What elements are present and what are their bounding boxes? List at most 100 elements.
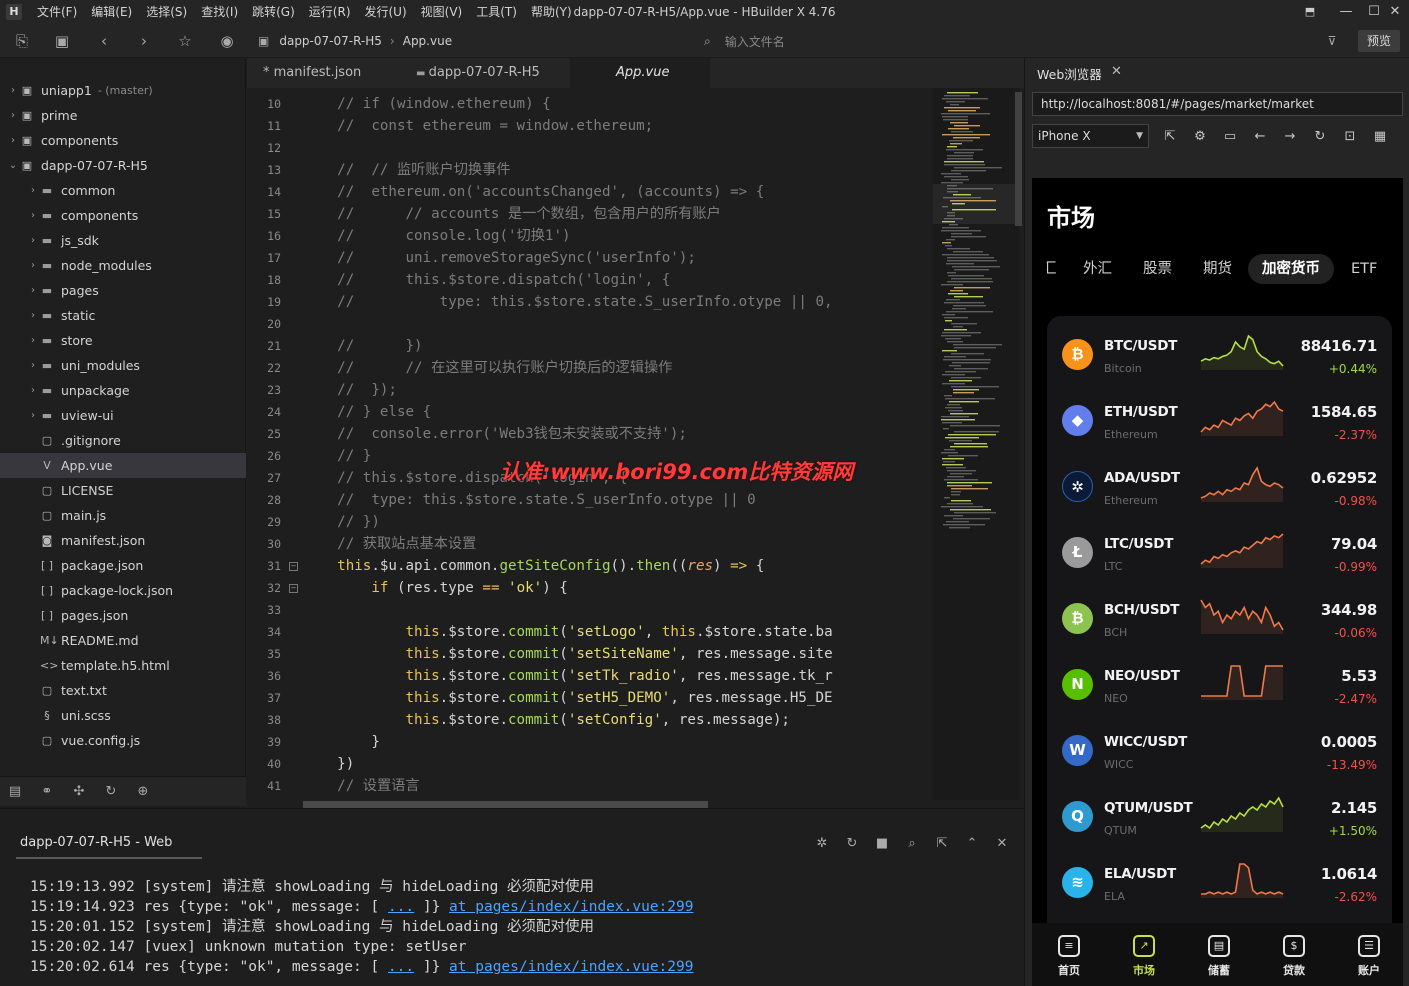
- code-editor[interactable]: // if (window.ethereum) { // const ether…: [303, 88, 933, 800]
- web-browser-tab[interactable]: Web浏览器: [1037, 64, 1102, 83]
- nav-item[interactable]: ☰ 账户: [1332, 923, 1403, 986]
- close-button[interactable]: ✕: [1372, 0, 1409, 24]
- menu-item[interactable]: 运行(R): [302, 0, 358, 24]
- plugin-icon[interactable]: ⚭: [38, 783, 56, 801]
- category-tab[interactable]: 外汇: [1083, 254, 1112, 284]
- restart-icon[interactable]: ↻: [843, 835, 861, 853]
- tree-item-pages-json[interactable]: [ ] pages.json: [0, 603, 246, 628]
- tree-item-main-js[interactable]: ▢ main.js: [0, 503, 246, 528]
- market-row[interactable]: ₿ BCH/USDT BCH 344.98 -0.06%: [1047, 580, 1392, 646]
- forward-icon[interactable]: ›: [134, 31, 154, 51]
- menu-item[interactable]: 查找(I): [194, 0, 245, 24]
- tree-item--gitignore[interactable]: ▢ .gitignore: [0, 428, 246, 453]
- menu-item[interactable]: 选择(S): [139, 0, 194, 24]
- bug-icon[interactable]: ✲: [813, 835, 831, 853]
- explorer-icon[interactable]: ▤: [6, 783, 24, 801]
- category-tab[interactable]: 股票: [1143, 254, 1172, 284]
- editor-vertical-scrollbar[interactable]: [1015, 92, 1022, 226]
- search-log-icon[interactable]: ⌕: [903, 835, 921, 853]
- device-select[interactable]: iPhone X ▼: [1032, 124, 1149, 148]
- expand-object-link[interactable]: ...: [388, 899, 414, 915]
- url-input[interactable]: http://localhost:8081/#/pages/market/mar…: [1032, 92, 1403, 116]
- nav-item[interactable]: ▤ 储蓄: [1182, 923, 1256, 986]
- clear-console-icon[interactable]: ✕: [993, 835, 1011, 853]
- market-row[interactable]: Q QTUM/USDT QTUM 2.145 +1.50%: [1047, 778, 1392, 844]
- file-search-input[interactable]: ⌕ 输入文件名: [704, 30, 1304, 52]
- lock-icon[interactable]: ⊡: [1341, 128, 1359, 146]
- fold-toggle-icon[interactable]: −: [289, 562, 298, 571]
- git-icon[interactable]: ↻: [102, 783, 120, 801]
- nav-item[interactable]: ↗ 市场: [1107, 923, 1181, 986]
- minimap[interactable]: [933, 88, 1019, 800]
- tree-item-readme-md[interactable]: M↓ README.md: [0, 628, 246, 653]
- menu-item[interactable]: 文件(F): [30, 0, 84, 24]
- back-icon[interactable]: ‹: [94, 31, 114, 51]
- nav-item[interactable]: ≡ 首页: [1032, 923, 1106, 986]
- console-tab[interactable]: dapp-07-07-R-H5 - Web: [20, 835, 172, 850]
- market-row[interactable]: N NEO/USDT NEO 5.53 -2.47%: [1047, 646, 1392, 712]
- market-row[interactable]: W WICC/USDT WICC 0.0005 -13.49%: [1047, 712, 1392, 778]
- forward-arrow-icon[interactable]: →: [1281, 128, 1299, 146]
- tab-app-vue[interactable]: App.vue: [570, 58, 710, 88]
- settings-gear-icon[interactable]: ⚙: [1191, 128, 1209, 146]
- preview-button[interactable]: 预览: [1358, 30, 1400, 52]
- globe-icon[interactable]: ⊕: [134, 783, 152, 801]
- tree-item-common[interactable]: › ▬ common: [0, 178, 246, 203]
- market-row[interactable]: ◆ ETH/USDT Ethereum 1584.65 -2.37%: [1047, 382, 1392, 448]
- category-tab[interactable]: ETF: [1351, 254, 1377, 284]
- tree-item-store[interactable]: › ▬ store: [0, 328, 246, 353]
- tree-item-license[interactable]: ▢ LICENSE: [0, 478, 246, 503]
- breadcrumb-project[interactable]: dapp-07-07-R-H5: [279, 34, 382, 48]
- new-file-icon[interactable]: ⎘: [12, 31, 32, 51]
- tree-item-js-sdk[interactable]: › ▬ js_sdk: [0, 228, 246, 253]
- tab-manifest[interactable]: * manifest.json: [247, 58, 397, 88]
- tree-item-dapp-07-07-r-h5[interactable]: ⌄ ▣ dapp-07-07-R-H5: [0, 153, 246, 178]
- tree-item-manifest-json[interactable]: ◙ manifest.json: [0, 528, 246, 553]
- market-row[interactable]: ≋ ELA/USDT ELA 1.0614 -2.62%: [1047, 844, 1392, 910]
- menu-item[interactable]: 工具(T): [469, 0, 524, 24]
- category-tab[interactable]: 汇: [1046, 254, 1057, 284]
- tree-item-text-txt[interactable]: ▢ text.txt: [0, 678, 246, 703]
- nav-item[interactable]: $ 贷款: [1257, 923, 1331, 986]
- tree-item-components[interactable]: › ▣ components: [0, 128, 246, 153]
- market-row[interactable]: Ł LTC/USDT LTC 79.04 -0.99%: [1047, 514, 1392, 580]
- tree-item-vue-config-js[interactable]: ▢ vue.config.js: [0, 728, 246, 753]
- tree-item-components[interactable]: › ▬ components: [0, 203, 246, 228]
- expand-object-link[interactable]: ...: [388, 959, 414, 975]
- console-icon[interactable]: ▭: [1221, 128, 1239, 146]
- run-icon[interactable]: ◉: [217, 31, 237, 51]
- filter-icon[interactable]: ⊽: [1322, 31, 1342, 51]
- stop-icon[interactable]: ■: [873, 835, 891, 853]
- category-tab[interactable]: 期货: [1203, 254, 1232, 284]
- tab-project[interactable]: ▬ dapp-07-07-R-H5: [400, 58, 568, 88]
- qrcode-icon[interactable]: ▦: [1371, 128, 1389, 146]
- chevron-up-icon[interactable]: ⌃: [963, 835, 981, 853]
- market-row[interactable]: ✲ ADA/USDT Ethereum 0.62952 -0.98%: [1047, 448, 1392, 514]
- tree-item-uview-ui[interactable]: › ▬ uview-ui: [0, 403, 246, 428]
- tree-item-package-lock-json[interactable]: [ ] package-lock.json: [0, 578, 246, 603]
- fold-toggle-icon[interactable]: −: [289, 584, 298, 593]
- tree-item-package-json[interactable]: [ ] package.json: [0, 553, 246, 578]
- minimap-viewport[interactable]: [933, 184, 1019, 224]
- breadcrumb-file[interactable]: App.vue: [403, 34, 452, 48]
- open-window-icon[interactable]: ⇱: [1161, 128, 1179, 146]
- editor-horizontal-scrollbar[interactable]: [303, 801, 708, 808]
- tree-item-unpackage[interactable]: › ▬ unpackage: [0, 378, 246, 403]
- menu-item[interactable]: 发行(U): [358, 0, 414, 24]
- market-row[interactable]: ₿ BTC/USDT Bitcoin 88416.71 +0.44%: [1047, 316, 1392, 382]
- star-icon[interactable]: ☆: [175, 31, 195, 51]
- tree-item-prime[interactable]: › ▣ prime: [0, 103, 246, 128]
- category-tab[interactable]: 加密货币: [1248, 254, 1334, 284]
- tree-item-pages[interactable]: › ▬ pages: [0, 278, 246, 303]
- tree-item-uni-scss[interactable]: § uni.scss: [0, 703, 246, 728]
- open-external-icon[interactable]: ⇱: [933, 835, 951, 853]
- debug-icon[interactable]: ✣: [70, 783, 88, 801]
- tree-item-template-h5-html[interactable]: <> template.h5.html: [0, 653, 246, 678]
- tree-item-app-vue[interactable]: V App.vue: [0, 453, 246, 478]
- menu-item[interactable]: 跳转(G): [245, 0, 302, 24]
- save-icon[interactable]: ▣: [52, 31, 72, 51]
- tree-item-uni-modules[interactable]: › ▬ uni_modules: [0, 353, 246, 378]
- menu-item[interactable]: 帮助(Y): [524, 0, 579, 24]
- refresh-icon[interactable]: ↻: [1311, 128, 1329, 146]
- source-link[interactable]: at pages/index/index.vue:299: [449, 959, 693, 975]
